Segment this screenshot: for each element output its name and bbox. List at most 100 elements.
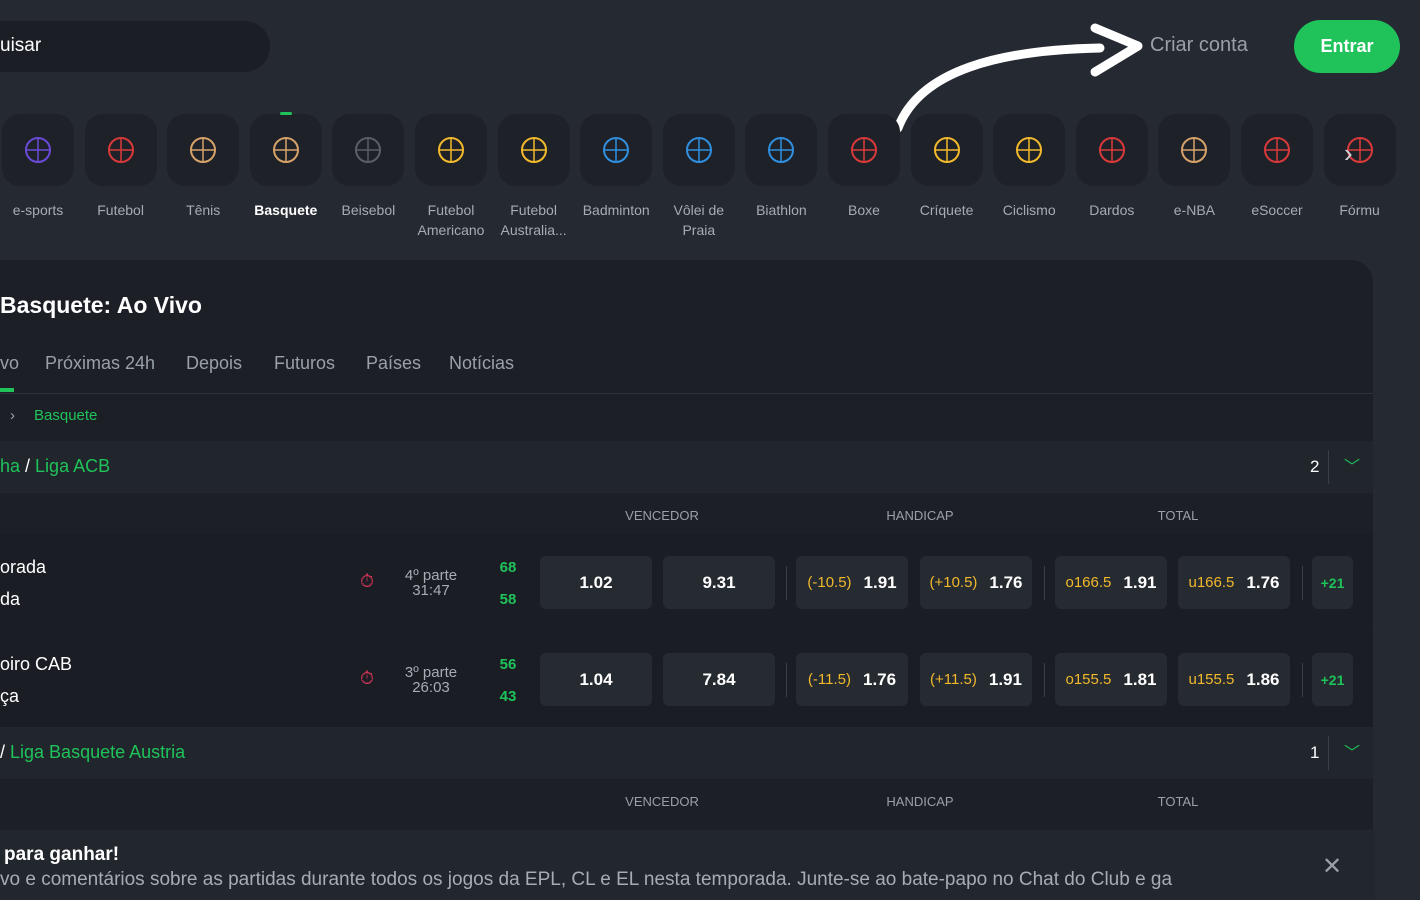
tab-countries[interactable]: Países [366, 353, 421, 374]
tab-next-24h[interactable]: Próximas 24h [45, 353, 155, 374]
event-count: 1 [1310, 743, 1320, 762]
sport-item[interactable]: Badminton [575, 114, 657, 220]
col-header-total: TOTAL [1157, 508, 1199, 523]
tab-later[interactable]: Depois [186, 353, 242, 374]
banner-text: vo e comentários sobre as partidas duran… [0, 869, 1173, 890]
breadcrumb[interactable]: Basquete [34, 407, 97, 424]
american-football-icon [438, 137, 464, 163]
active-indicator [279, 112, 292, 115]
sport-item[interactable]: Ciclismo [988, 114, 1070, 220]
sport-item[interactable]: e-NBA [1153, 114, 1235, 220]
sport-item[interactable]: Futebol [80, 114, 162, 220]
sport-label: Biathlon [756, 202, 807, 218]
sport-item[interactable]: Biathlon [740, 114, 822, 220]
sport-item[interactable]: Dardos [1071, 114, 1153, 220]
odds-button[interactable]: (+11.5) 1.91 [920, 653, 1032, 706]
col-header-total: TOTAL [1157, 794, 1199, 809]
more-markets-button[interactable]: +21 [1312, 653, 1353, 706]
sport-item[interactable]: e-sports [0, 114, 79, 220]
odds-button[interactable]: 7.84 [663, 653, 775, 706]
stopwatch-icon: ⏱ [360, 668, 375, 688]
badminton-icon [603, 137, 630, 163]
breadcrumb-chevron-icon: › [10, 407, 15, 424]
boxing-glove-icon [851, 137, 877, 163]
tab-futures[interactable]: Futuros [274, 353, 335, 374]
team-away: da [0, 589, 21, 609]
sport-label: eSoccer [1251, 202, 1303, 218]
active-tab-indicator [0, 388, 14, 392]
tab-live[interactable]: vo [0, 353, 19, 374]
sport-item[interactable]: Basquete [245, 112, 327, 220]
divider [786, 663, 787, 697]
odds-button[interactable]: (+10.5) 1.76 [920, 556, 1032, 609]
sport-label: Basquete [254, 202, 318, 218]
basketball-icon [272, 137, 299, 163]
create-account-link[interactable]: Criar conta [1150, 34, 1248, 57]
sport-item[interactable]: Fórmu [1319, 114, 1401, 220]
chevron-down-icon[interactable]: ﹀ [1344, 739, 1360, 763]
odds-button[interactable]: 9.31 [663, 556, 775, 609]
sport-item[interactable]: Críquete [906, 114, 988, 220]
league-header[interactable] [0, 727, 1373, 779]
cycling-icon [1016, 137, 1043, 163]
event-count: 2 [1310, 457, 1320, 476]
sport-label: Tênis [186, 202, 221, 218]
odds-button[interactable]: o166.5 1.91 [1055, 556, 1167, 609]
page-title: Basquete: Ao Vivo [0, 292, 202, 318]
sport-item[interactable]: Futebol Americano [410, 114, 492, 240]
banner-title: para ganhar! [4, 844, 120, 865]
odds-button[interactable]: (-11.5) 1.76 [796, 653, 908, 706]
league-name[interactable]: ha / Liga ACB [0, 456, 110, 477]
score-away: 58 [499, 591, 517, 608]
tab-news[interactable]: Notícias [449, 353, 514, 374]
sport-label: Badminton [582, 202, 650, 218]
sport-label: Beisebol [341, 202, 396, 218]
soccer-ball-icon [1264, 137, 1290, 163]
league-header[interactable] [0, 441, 1373, 493]
league-name[interactable]: / Liga Basquete Austria [0, 742, 185, 763]
sport-label: Críquete [919, 202, 974, 218]
odds-button[interactable]: o155.5 1.81 [1055, 653, 1167, 706]
sport-label: e-sports [12, 202, 64, 218]
login-button[interactable]: Entrar [1294, 20, 1400, 73]
sport-label: Dardos [1089, 202, 1135, 218]
stopwatch-icon: ⏱ [360, 571, 375, 591]
cricket-icon [933, 137, 960, 163]
biathlon-icon [768, 137, 795, 163]
sport-item[interactable]: Tênis [162, 114, 244, 220]
sport-item[interactable]: Beisebol [327, 114, 409, 220]
sport-item[interactable]: eSoccer [1236, 114, 1318, 220]
divider [1044, 663, 1045, 697]
gamepad-icon [25, 137, 51, 163]
score-home: 56 [499, 656, 517, 673]
volleyball-icon [685, 137, 712, 163]
odds-button[interactable]: u155.5 1.86 [1178, 653, 1290, 706]
sport-label: e-NBA [1173, 202, 1215, 218]
team-home: oiro CAB [0, 654, 73, 674]
odds-button[interactable]: (-10.5) 1.91 [796, 556, 908, 609]
col-header-winner: VENCEDOR [625, 794, 699, 809]
soccer-ball-icon [107, 137, 134, 163]
odds-button[interactable]: u166.5 1.76 [1178, 556, 1290, 609]
score-home: 68 [499, 559, 517, 576]
chevron-down-icon[interactable]: ﹀ [1344, 453, 1360, 477]
sport-item[interactable]: Vôlei de Praia [658, 114, 740, 240]
close-icon[interactable]: ✕ [1322, 852, 1342, 881]
sport-label: Ciclismo [1002, 202, 1056, 218]
search-input[interactable]: uisar [0, 21, 270, 72]
col-header-handicap: HANDICAP [886, 794, 954, 809]
chevron-right-icon[interactable]: › [1344, 138, 1353, 169]
sport-label: Futebol [97, 202, 144, 218]
col-header-winner: VENCEDOR [625, 508, 699, 523]
rugby-ball-icon [520, 137, 547, 163]
tennis-ball-icon [190, 137, 217, 163]
odds-button[interactable]: 1.02 [540, 556, 652, 609]
divider [786, 566, 787, 600]
odds-button[interactable]: 1.04 [540, 653, 652, 706]
sport-item[interactable]: Boxe [823, 114, 905, 220]
more-markets-button[interactable]: +21 [1312, 556, 1353, 609]
col-header-handicap: HANDICAP [886, 508, 954, 523]
sport-item[interactable]: Futebol Australia... [493, 114, 575, 240]
divider [1302, 566, 1303, 600]
divider [1044, 566, 1045, 600]
